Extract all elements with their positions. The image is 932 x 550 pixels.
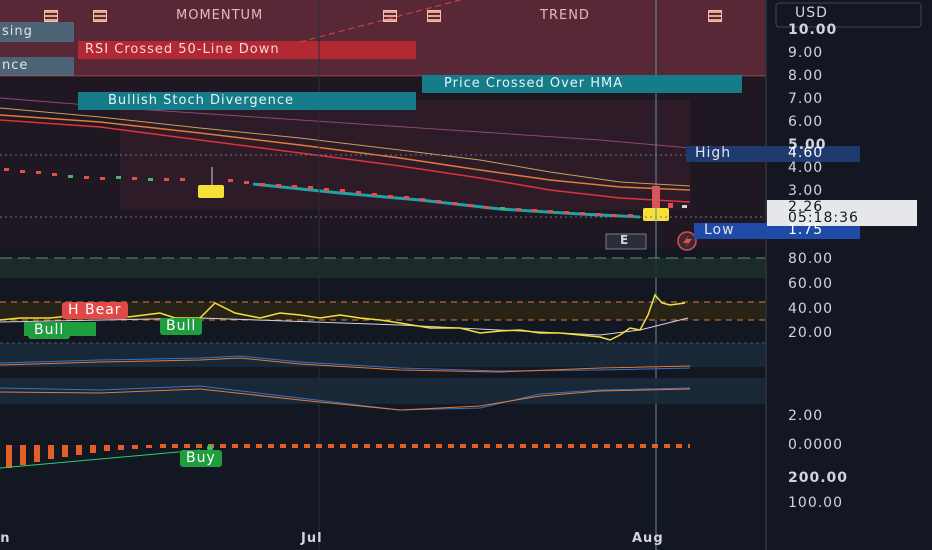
rsi-axis-80: 80.00 <box>788 251 834 267</box>
rsi-axis-40: 40.00 <box>788 301 834 317</box>
x-axis-jun: un <box>0 531 11 546</box>
menu-icon-4[interactable] <box>427 10 441 22</box>
macd-signal <box>0 449 201 469</box>
bull-label-2: Bull <box>160 318 203 335</box>
volume-axis-100: 100.00 <box>788 495 843 511</box>
menu-icon-5[interactable] <box>708 10 722 22</box>
osc-panel-2 <box>0 378 765 404</box>
price-axis-7: 7.00 <box>788 91 824 107</box>
volume-axis-200: 200.00 <box>788 470 849 486</box>
osc-axis-0: 0.0000 <box>788 437 843 453</box>
price-axis-3: 3.00 <box>788 183 824 199</box>
currency-label[interactable]: USD <box>795 5 828 21</box>
marker-yellow-1 <box>198 185 224 198</box>
macd-buy-label: Buy <box>180 450 222 467</box>
x-axis-jul: Jul <box>301 531 323 546</box>
high-label: High <box>695 145 732 161</box>
trend-label: TREND <box>540 8 590 23</box>
rsi-signal-line <box>0 317 689 336</box>
rsi-zone-top <box>0 258 765 278</box>
h-bear-label: H Bear <box>62 302 128 319</box>
price-axis-10: 10.00 <box>788 22 838 38</box>
bull-label-1: Bull <box>28 322 71 339</box>
rsi-axis-60: 60.00 <box>788 276 834 292</box>
low-label: Low <box>704 222 735 238</box>
earnings-badge[interactable]: E <box>620 233 629 247</box>
high-value: 4.60 <box>788 145 824 161</box>
x-axis-aug: Aug <box>632 531 664 546</box>
price-axis-6: 6.00 <box>788 114 824 130</box>
menu-icon-3[interactable] <box>383 10 397 22</box>
price-axis-9: 9.00 <box>788 45 824 61</box>
osc-axis-2: 2.00 <box>788 408 824 424</box>
left-tag-top: sing <box>2 24 33 39</box>
stoch-alert: Bullish Stoch Divergence <box>78 92 416 110</box>
rsi-alert: RSI Crossed 50-Line Down <box>85 42 280 57</box>
price-axis-4: 4.00 <box>788 160 824 176</box>
menu-icon-2[interactable] <box>93 10 107 22</box>
price-axis-8: 8.00 <box>788 68 824 84</box>
left-tag-bottom: nce <box>2 58 29 73</box>
rsi-axis-20: 20.00 <box>788 325 834 341</box>
momentum-label: MOMENTUM <box>176 8 264 23</box>
osc-panel-1 <box>0 343 765 367</box>
hma-alert: Price Crossed Over HMA <box>422 75 742 93</box>
countdown: 05:18:36 <box>788 210 859 226</box>
menu-icon-1[interactable] <box>44 10 58 22</box>
